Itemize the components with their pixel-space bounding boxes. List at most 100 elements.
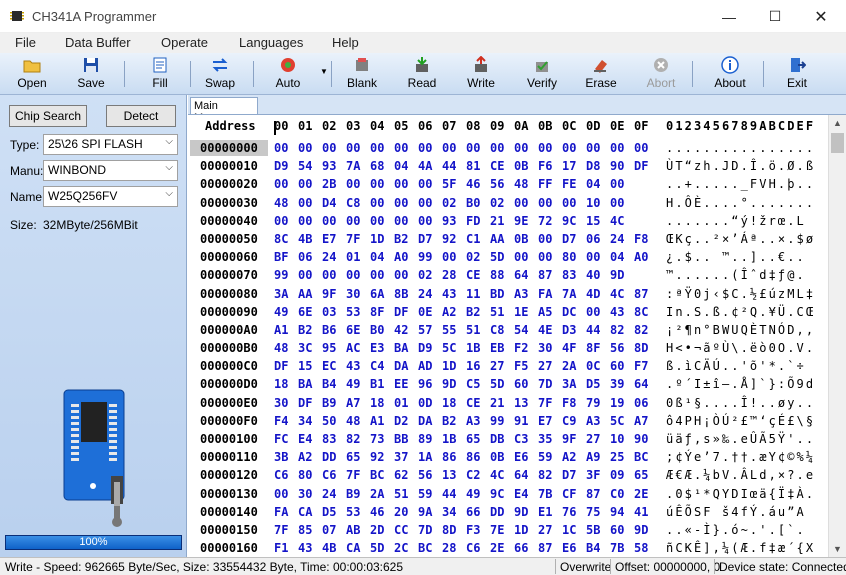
hex-byte[interactable]: 24 bbox=[610, 232, 630, 246]
hex-byte[interactable]: 44 bbox=[586, 323, 606, 337]
hex-byte[interactable]: B2 bbox=[466, 305, 486, 319]
hex-byte[interactable]: 00 bbox=[298, 177, 318, 191]
hex-byte[interactable]: 58 bbox=[634, 541, 654, 555]
hex-row[interactable]: 00000120 C6 80 C6 7F BC 62 56 13 C2 4C 64 82 D7 3F 09 65… bbox=[188, 466, 828, 484]
hex-byte[interactable]: 3C bbox=[298, 341, 318, 355]
hex-byte[interactable]: 00 bbox=[538, 250, 558, 264]
hex-byte[interactable]: F6 bbox=[538, 159, 558, 173]
open-button[interactable]: Open bbox=[3, 55, 61, 93]
hex-byte[interactable]: 65 bbox=[466, 432, 486, 446]
hex-byte[interactable]: 4D bbox=[586, 287, 606, 301]
hex-byte[interactable]: 21 bbox=[490, 396, 510, 410]
hex-byte[interactable]: 4C bbox=[490, 468, 510, 482]
hex-byte[interactable]: C6 bbox=[322, 468, 342, 482]
hex-byte[interactable]: 4F bbox=[562, 341, 582, 355]
hex-byte[interactable]: C3 bbox=[514, 432, 534, 446]
hex-byte[interactable]: 00 bbox=[298, 196, 318, 210]
hex-byte[interactable]: 4C bbox=[610, 287, 630, 301]
hex-byte[interactable]: 66 bbox=[466, 505, 486, 519]
hex-byte[interactable]: 4C bbox=[610, 214, 630, 228]
hex-byte[interactable]: 4B bbox=[298, 232, 318, 246]
hex-byte[interactable]: 00 bbox=[538, 196, 558, 210]
hex-byte[interactable]: 27 bbox=[538, 359, 558, 373]
hex-byte[interactable]: 80 bbox=[562, 250, 582, 264]
hex-byte[interactable]: 68 bbox=[370, 159, 390, 173]
write-button[interactable]: Write bbox=[452, 55, 510, 93]
hex-byte[interactable]: 00 bbox=[394, 196, 414, 210]
hex-byte[interactable]: 54 bbox=[514, 323, 534, 337]
hex-byte[interactable]: 0B bbox=[514, 159, 534, 173]
hex-byte[interactable]: D7 bbox=[562, 468, 582, 482]
hex-byte[interactable]: 50 bbox=[322, 414, 342, 428]
hex-byte[interactable]: 00 bbox=[346, 214, 366, 228]
hex-byte[interactable]: 51 bbox=[490, 305, 510, 319]
hex-byte[interactable]: 96 bbox=[418, 377, 438, 391]
hex-byte[interactable]: 25 bbox=[610, 450, 630, 464]
scroll-up-arrow-icon[interactable]: ▲ bbox=[829, 115, 846, 132]
row-ascii[interactable]: ô4PH¡ÒÚ²£™‘çÉ£\§ bbox=[666, 414, 815, 428]
hex-byte[interactable]: 07 bbox=[322, 523, 342, 537]
hex-byte[interactable]: A2 bbox=[298, 450, 318, 464]
hex-byte[interactable]: A2 bbox=[442, 305, 462, 319]
hex-byte[interactable]: 30 bbox=[346, 287, 366, 301]
hex-byte[interactable]: 2C bbox=[394, 541, 414, 555]
hex-byte[interactable]: 00 bbox=[346, 268, 366, 282]
hex-byte[interactable]: 60 bbox=[610, 523, 630, 537]
hex-byte[interactable]: 8D bbox=[634, 341, 654, 355]
hex-byte[interactable]: F8 bbox=[634, 232, 654, 246]
hex-byte[interactable]: DF bbox=[634, 159, 654, 173]
hex-byte[interactable]: A1 bbox=[274, 323, 294, 337]
hex-byte[interactable]: 48 bbox=[346, 414, 366, 428]
fill-button[interactable]: Fill bbox=[131, 55, 189, 93]
hex-byte[interactable]: 00 bbox=[634, 141, 654, 155]
hex-byte[interactable]: CA bbox=[298, 505, 318, 519]
hex-byte[interactable]: 00 bbox=[490, 141, 510, 155]
menu-languages[interactable]: Languages bbox=[239, 35, 303, 50]
row-ascii[interactable]: H<•¬ãºÙ\.ëò0O.V. bbox=[666, 341, 815, 355]
row-ascii[interactable]: H.ÔÈ....°....... bbox=[666, 196, 815, 210]
hex-byte[interactable]: 00 bbox=[298, 268, 318, 282]
hex-byte[interactable]: 3B bbox=[274, 450, 294, 464]
hex-byte[interactable]: D4 bbox=[322, 196, 342, 210]
hex-byte[interactable]: 2A bbox=[562, 359, 582, 373]
hex-byte[interactable]: 00 bbox=[610, 141, 630, 155]
hex-byte[interactable]: A0 bbox=[394, 250, 414, 264]
row-ascii[interactable]: ;¢Ýe’7.††.æY¢©%¼ bbox=[666, 450, 815, 464]
hex-byte[interactable]: 9C bbox=[490, 487, 510, 501]
hex-byte[interactable]: 27 bbox=[490, 359, 510, 373]
hex-byte[interactable]: D5 bbox=[586, 377, 606, 391]
hex-byte[interactable]: BC bbox=[370, 468, 390, 482]
hex-byte[interactable]: 18 bbox=[442, 396, 462, 410]
hex-byte[interactable]: 10 bbox=[586, 196, 606, 210]
hex-byte[interactable]: 00 bbox=[346, 177, 366, 191]
hex-byte[interactable]: CA bbox=[346, 541, 366, 555]
hex-row[interactable]: 00000040 00 00 00 00 00 00 00 93 FD 21 9E 72 9C 15 4C..… bbox=[188, 212, 828, 230]
hex-byte[interactable]: 82 bbox=[346, 432, 366, 446]
hex-byte[interactable]: A3 bbox=[514, 287, 534, 301]
row-ascii[interactable]: ÙT“zh.JD.Î.ö.Ø.ß bbox=[666, 159, 815, 173]
hex-byte[interactable]: 00 bbox=[274, 141, 294, 155]
hex-byte[interactable]: BA bbox=[298, 377, 318, 391]
hex-byte[interactable]: 00 bbox=[514, 196, 534, 210]
hex-byte[interactable]: 02 bbox=[418, 268, 438, 282]
hex-byte[interactable]: D3 bbox=[562, 323, 582, 337]
hex-byte[interactable]: FD bbox=[466, 214, 486, 228]
hex-byte[interactable]: 27 bbox=[586, 432, 606, 446]
hex-row[interactable]: 00000020 00 00 2B 00 00 00 00 5F 46 56 48 FF FE 04 00..… bbox=[188, 175, 828, 193]
hex-byte[interactable]: 13 bbox=[514, 396, 534, 410]
hex-byte[interactable]: 7D bbox=[418, 523, 438, 537]
hex-byte[interactable]: D7 bbox=[562, 232, 582, 246]
menu-data-buffer[interactable]: Data Buffer bbox=[65, 35, 131, 50]
hex-byte[interactable]: FF bbox=[538, 177, 558, 191]
hex-byte[interactable]: 8B bbox=[394, 287, 414, 301]
manufacturer-select[interactable]: WINBOND ⌵ bbox=[43, 160, 178, 181]
hex-byte[interactable]: A3 bbox=[466, 414, 486, 428]
hex-row[interactable]: 00000070 99 00 00 00 00 00 02 28 CE 88 64 87 83 40 9D ™.… bbox=[188, 266, 828, 284]
hex-byte[interactable]: 2A bbox=[370, 487, 390, 501]
hex-byte[interactable]: A7 bbox=[346, 396, 366, 410]
hex-byte[interactable]: 21 bbox=[490, 214, 510, 228]
row-ascii[interactable]: ß.ìCÄÚ­..'õ'*.`÷ bbox=[666, 359, 806, 373]
hex-byte[interactable]: 53 bbox=[346, 505, 366, 519]
hex-byte[interactable]: 0D bbox=[418, 396, 438, 410]
hex-byte[interactable]: 7A bbox=[562, 287, 582, 301]
